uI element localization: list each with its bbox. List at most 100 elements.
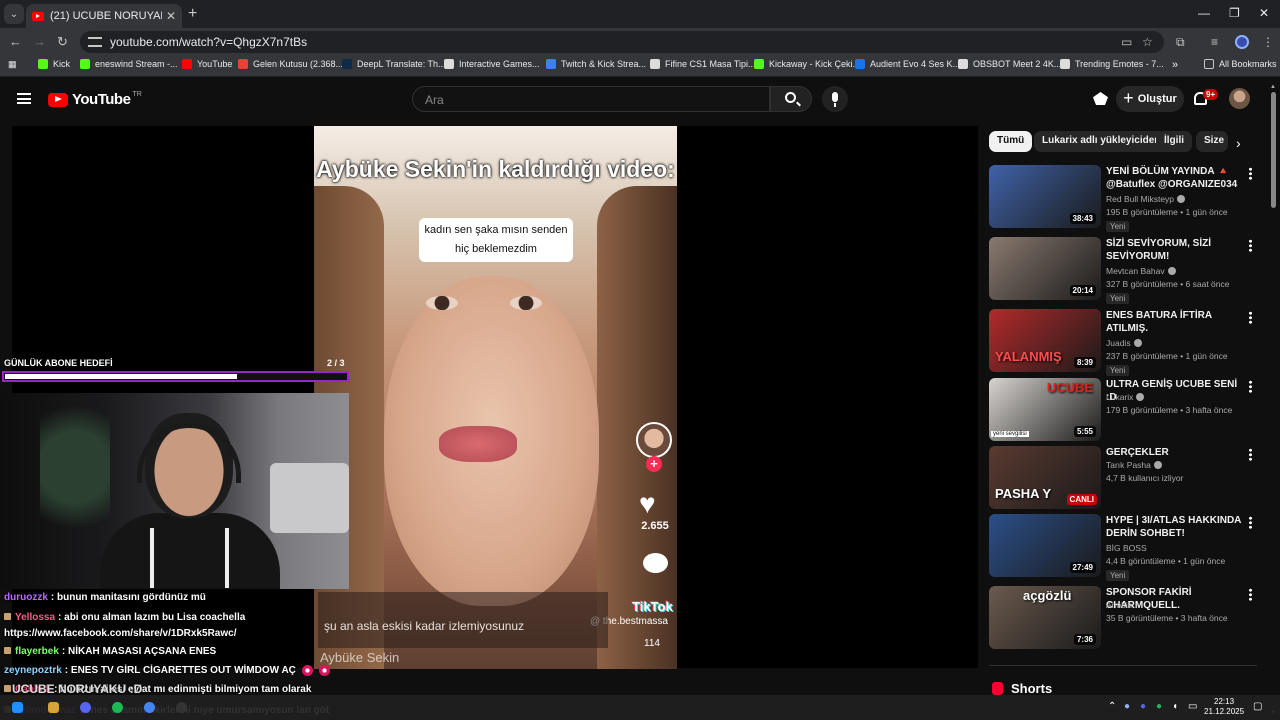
video-title[interactable]: HYPE | 3I/ATLAS HAKKINDA DERİN SOHBET! (1106, 514, 1244, 540)
discord-icon[interactable] (80, 702, 91, 713)
recommended-video[interactable]: YALANMIŞ 8:39 ENES BATURA İFTİRA ATILMIŞ. J… (989, 309, 1264, 376)
bookmark-item[interactable]: OBSBOT Meet 2 4K... (958, 59, 1061, 69)
create-button[interactable]: + Oluştur (1116, 86, 1184, 112)
address-bar[interactable]: youtube.com/watch?v=QhgzX7n7tBs (80, 31, 1164, 53)
bookmark-item[interactable]: YouTube (182, 59, 232, 69)
obs-icon[interactable] (176, 702, 187, 713)
cast-tab-icon[interactable]: ▭ (1121, 35, 1132, 49)
scroll-up-arrow[interactable]: ▲ (1270, 84, 1276, 90)
minimize-icon[interactable]: — (1198, 6, 1210, 20)
video-thumbnail[interactable]: 38:43 (989, 165, 1101, 228)
filter-chip[interactable]: İlgili (1156, 131, 1192, 152)
forward-icon[interactable]: → (33, 34, 46, 49)
steam-tray-icon[interactable]: ● (1124, 701, 1130, 712)
volume-icon[interactable]: ◖ (1172, 701, 1178, 712)
spotify-tray-icon[interactable]: ● (1156, 701, 1162, 712)
video-title[interactable]: SİZİ SEVİYORUM, SİZİ SEVİYORUM! (1106, 237, 1244, 263)
restore-icon[interactable]: ❐ (1229, 6, 1240, 20)
channel-name[interactable]: Anobis (1106, 600, 1132, 610)
apps-grid-icon[interactable]: ▦ (8, 59, 17, 70)
premium-gem-icon[interactable] (1093, 92, 1108, 105)
video-thumbnail[interactable]: PASHA Y CANLI (989, 446, 1101, 509)
chrome-menu-icon[interactable]: ⋮ (1262, 35, 1274, 49)
channel-name[interactable]: BİG BOSS (1106, 543, 1147, 553)
discord-tray-icon[interactable]: ● (1140, 701, 1146, 712)
tab-search-button[interactable]: ⌄ (4, 4, 24, 24)
video-thumbnail[interactable]: açgözlü 7:36 (989, 586, 1101, 649)
extensions-icon[interactable]: ⧉ (1176, 35, 1185, 50)
tiktok-logo: TikTok (632, 599, 673, 614)
all-bookmarks-folder[interactable]: All Bookmarks (1204, 59, 1277, 69)
reload-icon[interactable]: ↻ (57, 34, 68, 50)
page-scrollbar[interactable] (1271, 92, 1276, 208)
tray-expand-icon[interactable]: ⌃ (1108, 701, 1116, 712)
chrome-icon[interactable] (144, 702, 155, 713)
streamer-body (100, 513, 280, 589)
bookmark-label: Interactive Games... (459, 59, 540, 69)
start-icon[interactable] (12, 702, 23, 713)
search-input[interactable]: Ara (412, 86, 770, 112)
video-thumbnail[interactable]: YALANMIŞ 8:39 (989, 309, 1101, 372)
guide-menu-icon[interactable] (17, 93, 31, 104)
site-info-icon[interactable] (88, 37, 102, 47)
more-actions-icon[interactable] (1249, 311, 1252, 324)
close-tab-icon[interactable]: ✕ (166, 9, 176, 23)
recommended-video[interactable]: 38:43 YENİ BÖLÜM YAYINDA 🔺 @Batuflex @ORG… (989, 165, 1264, 232)
bookmark-star-icon[interactable]: ☆ (1142, 35, 1153, 49)
channel-name[interactable]: Lukarix (1106, 392, 1145, 402)
close-window-icon[interactable]: ✕ (1259, 6, 1269, 20)
filter-chip[interactable]: Tümü (989, 131, 1033, 152)
youtube-logo[interactable]: YouTube TR (48, 91, 142, 108)
more-actions-icon[interactable] (1249, 448, 1252, 461)
bookmark-item[interactable]: Kick (38, 59, 70, 69)
recommended-video[interactable]: PASHA Y CANLI GERÇEKLER Tarık Pasha 4,7 B ku… (989, 446, 1264, 510)
bookmark-item[interactable]: Audient Evo 4 Ses K... (855, 59, 960, 69)
more-actions-icon[interactable] (1249, 239, 1252, 252)
voice-search-icon[interactable] (822, 86, 848, 112)
video-thumbnail[interactable]: 20:14 (989, 237, 1101, 300)
recommended-video[interactable]: açgözlü 7:36 SPONSOR FAKİRİ CHARMQUELL. Ano… (989, 586, 1264, 650)
file-explorer-icon[interactable] (48, 702, 59, 713)
chevron-right-icon[interactable]: › (1236, 135, 1241, 151)
video-title[interactable]: YENİ BÖLÜM YAYINDA 🔺 @Batuflex @ORGANIZE… (1106, 165, 1244, 191)
filter-chip[interactable]: Size (1196, 131, 1228, 152)
more-actions-icon[interactable] (1249, 516, 1252, 529)
back-icon[interactable]: ← (9, 34, 22, 49)
reading-list-icon[interactable]: ≡ (1211, 35, 1218, 49)
notification-center-icon[interactable]: ▢ (1253, 701, 1262, 712)
channel-name[interactable]: Red Bull Mikstеyp (1106, 194, 1186, 204)
channel-name[interactable]: Juadis (1106, 338, 1142, 348)
search-button[interactable] (770, 86, 812, 112)
bookmark-item[interactable]: Trending Emotes - 7... (1060, 59, 1164, 69)
profile-avatar-icon[interactable] (1235, 35, 1249, 49)
more-actions-icon[interactable] (1249, 167, 1252, 180)
video-thumbnail[interactable]: 27:49 (989, 514, 1101, 577)
bookmark-item[interactable]: DeepL Translate: Th... (342, 59, 446, 69)
new-tab-button[interactable]: + (188, 5, 197, 23)
bookmark-item[interactable]: Twitch & Kick Strea... (546, 59, 646, 69)
channel-name[interactable]: Tarık Pasha (1106, 460, 1162, 470)
more-actions-icon[interactable] (1249, 380, 1252, 393)
bookmark-item[interactable]: eneswind Stream -... (80, 59, 178, 69)
video-title[interactable]: ENES BATURA İFTİRA ATILMIŞ. (1106, 309, 1244, 335)
filter-chip[interactable]: Lukarix adlı yükleyiciden (1034, 131, 1169, 152)
recommended-video[interactable]: 27:49 HYPE | 3I/ATLAS HAKKINDA DERİN SOHB… (989, 514, 1264, 581)
bookmark-item[interactable]: Kickaway - Kick Çeki... (754, 59, 860, 69)
more-bookmarks-icon[interactable]: » (1172, 59, 1178, 71)
spotify-icon[interactable] (112, 702, 123, 713)
video-title[interactable]: GERÇEKLER (1106, 446, 1244, 459)
bookmark-item[interactable]: Interactive Games... (444, 59, 540, 69)
more-actions-icon[interactable] (1249, 588, 1252, 601)
browser-tab[interactable]: (21) UCUBE NORUYAKU :D - YouTube ✕ (26, 4, 182, 28)
chat-message: Yellossa: abi onu alman lazım bu Lisa co… (4, 612, 245, 623)
network-icon[interactable]: ▭ (1188, 701, 1197, 712)
verified-icon (1136, 393, 1145, 401)
video-thumbnail[interactable]: UCUBE yeni sevgilisi 5:55 (989, 378, 1101, 441)
system-clock[interactable]: 22:13 21.12.2025 (1204, 697, 1244, 717)
bookmark-item[interactable]: Gelen Kutusu (2.368... (238, 59, 343, 69)
channel-name[interactable]: Mevtcan Bahav (1106, 266, 1176, 276)
account-avatar[interactable] (1229, 88, 1250, 109)
bookmark-item[interactable]: Fifine CS1 Masa Tipi... (650, 59, 756, 69)
recommended-video[interactable]: 20:14 SİZİ SEVİYORUM, SİZİ SEVİYORUM! Mevt… (989, 237, 1264, 304)
recommended-video[interactable]: UCUBE yeni sevgilisi 5:55 ULTRA GENİŞ UCUBE… (989, 378, 1264, 442)
